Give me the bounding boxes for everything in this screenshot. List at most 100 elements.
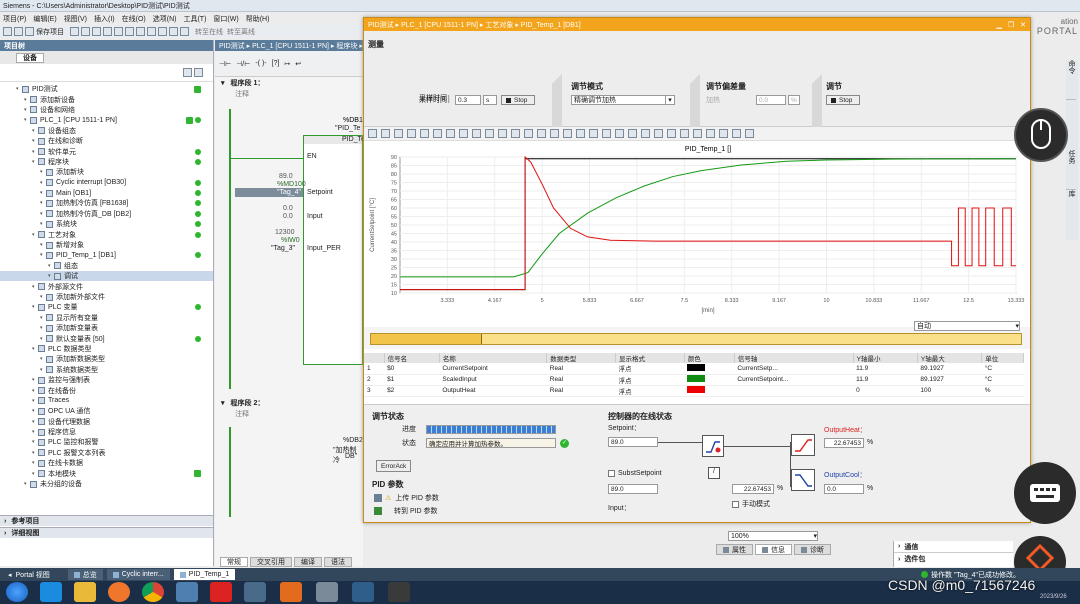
tree-item[interactable]: ▾ 加热制冷仿真 [FB1638] <box>0 198 213 208</box>
tree-item[interactable]: ▾ 程序块 <box>0 157 213 167</box>
tree-item[interactable]: ▾ PID测试 <box>0 84 213 94</box>
sample-time-input[interactable]: 0.3 <box>455 95 481 105</box>
tree-item[interactable]: ▾ 显示所有变量 <box>0 313 213 323</box>
app-orange2-icon[interactable] <box>280 582 302 602</box>
box-icon[interactable]: [?] <box>272 60 280 67</box>
tree-item[interactable]: ▾ PLC 报警文本列表 <box>0 448 213 458</box>
save-icon[interactable] <box>25 27 34 36</box>
trend-tool-icon[interactable] <box>641 129 650 138</box>
goto-pid-row[interactable]: 转到 PID 参数 <box>374 506 438 516</box>
editor-tab[interactable]: PID_Temp_1 <box>173 569 236 580</box>
cut-icon[interactable] <box>81 27 90 36</box>
tree-item[interactable]: ▾ 程序信息 <box>0 427 213 437</box>
go-online-button[interactable]: 转至在线 <box>195 27 223 37</box>
trend-tool-icon[interactable] <box>589 129 598 138</box>
tree-item[interactable]: ▾ 本地模块 <box>0 468 213 478</box>
tree-item[interactable]: ▾ 组态 <box>0 261 213 271</box>
close-icon[interactable]: ✕ <box>1020 21 1026 29</box>
tree-item[interactable]: ▾ 设备和网络 <box>0 105 213 115</box>
tree-item[interactable]: ▾ 添加新变量表 <box>0 323 213 333</box>
portal-view-button[interactable]: ◂ Portal 视图 <box>8 570 50 580</box>
libs-tab[interactable]: 库 <box>1066 190 1076 210</box>
time-scroll[interactable] <box>370 333 1022 345</box>
trend-tool-icon[interactable] <box>667 129 676 138</box>
app-dark-icon[interactable] <box>388 582 410 602</box>
chrome-icon[interactable] <box>142 582 164 602</box>
tree-item[interactable]: ▾ 系统数据类型 <box>0 365 213 375</box>
upload-pid-row[interactable]: ⚠ 上传 PID 参数 <box>374 493 439 503</box>
trend-tool-icon[interactable] <box>628 129 637 138</box>
tree-item[interactable]: ▾ 系统块 <box>0 219 213 229</box>
trend-tool-icon[interactable] <box>459 129 468 138</box>
error-ack-button[interactable]: ErrorAck <box>376 460 412 472</box>
time-scroll-thumb[interactable] <box>481 334 1021 344</box>
color-cell[interactable] <box>684 385 734 396</box>
subst-setpoint-row[interactable]: SubstSetpoint <box>608 470 662 477</box>
tree-item[interactable]: ▾ 在线备份 <box>0 385 213 395</box>
trend-tool-icon[interactable] <box>420 129 429 138</box>
new-project-icon[interactable] <box>3 27 12 36</box>
contact-nc-icon[interactable]: ⊣/⊢ <box>236 60 250 68</box>
details-view[interactable]: › 详细视图 <box>0 527 213 538</box>
tuning-mode-select[interactable]: 精确调节加热 ▾ <box>571 95 675 105</box>
bottom-tab[interactable]: 常规 <box>220 557 248 567</box>
trend-tool-icon[interactable] <box>472 129 481 138</box>
tree-item[interactable]: ▾ 工艺对象 <box>0 229 213 239</box>
tree-item[interactable]: ▾ 加热制冷仿真_DB [DB2] <box>0 209 213 219</box>
tuning-deviation-input[interactable]: 0.0 <box>756 95 786 105</box>
download-icon[interactable] <box>158 27 167 36</box>
tree-item[interactable]: ▾ 调试 <box>0 271 213 282</box>
trend-tool-icon[interactable] <box>706 129 715 138</box>
editor-tab[interactable]: Cyclic interr... <box>106 569 170 580</box>
tree-item[interactable]: ▾ Main [OB1] <box>0 188 213 198</box>
delete-icon[interactable] <box>114 27 123 36</box>
bottom-tab[interactable]: 语法 <box>324 557 352 567</box>
trend-tool-icon[interactable] <box>498 129 507 138</box>
trend-tool-icon[interactable] <box>394 129 403 138</box>
keyboard-icon[interactable] <box>1014 462 1076 524</box>
trend-tool-icon[interactable] <box>485 129 494 138</box>
branch-open-icon[interactable]: ↦ <box>284 60 290 68</box>
comm-section[interactable]: › 通信 <box>894 541 1013 553</box>
list-view-icon[interactable] <box>183 68 192 77</box>
trend-tool-icon[interactable] <box>511 129 520 138</box>
minimize-icon[interactable]: ▁ <box>996 21 1001 29</box>
options-section[interactable]: › 选件包 <box>894 553 1013 565</box>
tree-item[interactable]: ▾ OPC UA 通信 <box>0 406 213 416</box>
trend-tool-icon[interactable] <box>446 129 455 138</box>
trend-tool-icon[interactable] <box>602 129 611 138</box>
bottom-tab[interactable]: 交叉引用 <box>250 557 292 567</box>
trend-tool-icon[interactable] <box>524 129 533 138</box>
trend-tool-icon[interactable] <box>381 129 390 138</box>
plcsim-icon[interactable] <box>244 582 266 602</box>
editor-tab[interactable]: 总览 <box>67 569 103 580</box>
grid-view-icon[interactable] <box>194 68 203 77</box>
collapse-icon[interactable]: ▾ <box>221 399 225 407</box>
table-row[interactable]: 1 $0 CurrentSetpoint Real 浮点 CurrentSetp... 11… <box>364 363 1024 374</box>
branch-close-icon[interactable]: ↩ <box>295 60 301 68</box>
tree-item[interactable]: ▾ 外部源文件 <box>0 281 213 291</box>
maximize-icon[interactable]: ❐ <box>1008 21 1014 29</box>
tree-item[interactable]: ▾ PLC_1 [CPU 1511-1 PN] <box>0 115 213 125</box>
manual-mode-checkbox[interactable] <box>732 500 739 508</box>
manual-mode-row[interactable]: 手动模式 <box>732 499 770 509</box>
inspector-tab[interactable]: 属性 <box>716 544 753 555</box>
app-orange-icon[interactable] <box>108 582 130 602</box>
tree-item[interactable]: ▾ PLC 监控和报警 <box>0 437 213 447</box>
print-icon[interactable] <box>70 27 79 36</box>
trend-tool-icon[interactable] <box>407 129 416 138</box>
devices-tab[interactable]: 设备 <box>16 52 44 63</box>
explorer-icon[interactable] <box>74 582 96 602</box>
table-row[interactable]: 2 $1 ScaledInput Real 浮点 CurrentSetpoint... 11… <box>364 374 1024 385</box>
menu-item-1[interactable]: 编辑(E) <box>33 14 56 24</box>
tree-item[interactable]: ▾ 未分组的设备 <box>0 479 213 489</box>
measure-stop-button[interactable]: Stop <box>501 95 535 105</box>
menu-item-0[interactable]: 项目(P) <box>3 14 26 24</box>
menu-item-5[interactable]: 选项(N) <box>153 14 177 24</box>
setpoint-tag-highlight[interactable]: "Tag_4" <box>235 188 303 197</box>
tia-portal-icon[interactable] <box>352 582 374 602</box>
media-icon[interactable] <box>176 582 198 602</box>
tree-item[interactable]: ▾ 软件单元 <box>0 146 213 156</box>
menu-item-3[interactable]: 插入(I) <box>94 14 115 24</box>
undo-icon[interactable] <box>125 27 134 36</box>
